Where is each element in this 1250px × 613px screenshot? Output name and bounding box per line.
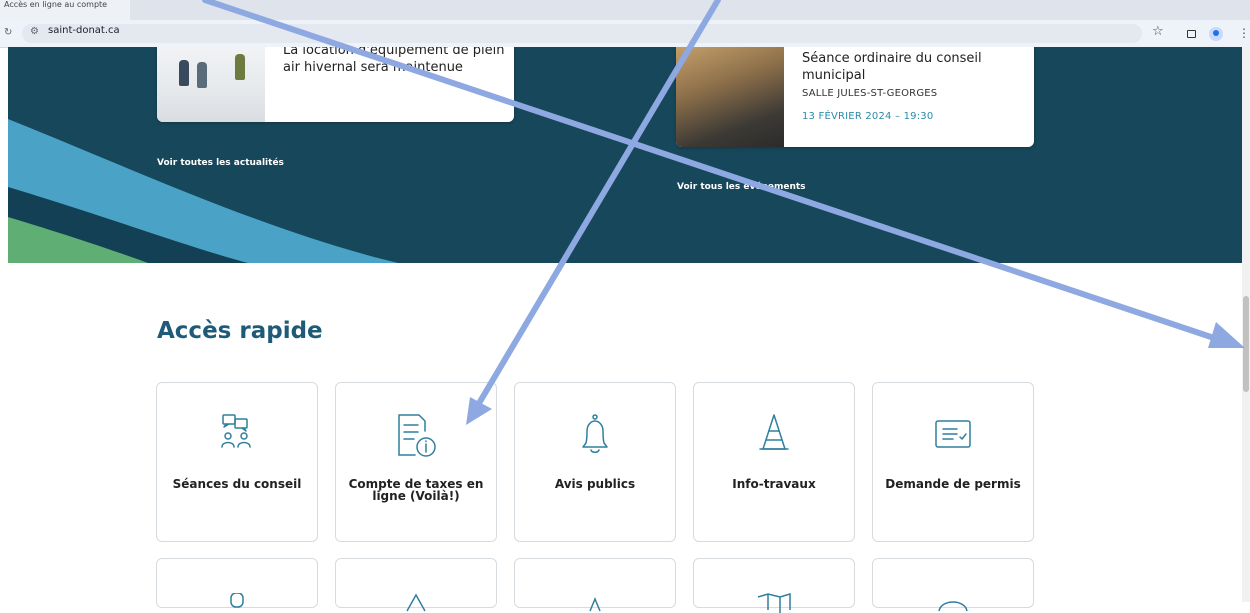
tile-row2-2[interactable] (335, 558, 497, 612)
tile-row2-5[interactable] (872, 558, 1034, 612)
browser-toolbar: ↻ ⚙ saint-donat.ca ☆ ⋮ (0, 20, 1250, 48)
quick-access-title: Accès rapide (157, 318, 323, 344)
tile-public-notices[interactable]: Avis publics (514, 382, 676, 542)
tile-online-tax-account[interactable]: Compte de taxes en ligne (Voilà!) (335, 382, 497, 542)
profile-avatar-icon[interactable] (1209, 27, 1223, 41)
council-meeting-icon (221, 414, 251, 448)
event-card-image (676, 47, 784, 147)
address-bar[interactable] (22, 24, 1142, 43)
tile-row2-3[interactable] (514, 558, 676, 612)
tax-document-info-icon (398, 414, 436, 457)
map-icon (757, 593, 791, 613)
tile-row2-1[interactable] (156, 558, 318, 608)
tab-title: Accès en ligne au compte (4, 0, 108, 9)
event-card-place: SALLE JULES-ST-GEORGES (802, 88, 938, 99)
person-icon (230, 593, 244, 608)
tile-label: Avis publics (554, 477, 636, 491)
event-card-date: 13 FÉVRIER 2024 – 19:30 (802, 111, 934, 122)
url-text[interactable]: saint-donat.ca (48, 25, 120, 36)
bell-icon (582, 414, 608, 453)
hero-news-events-section: La location d'équipement de plein air hi… (8, 47, 1248, 263)
kebab-menu-icon[interactable]: ⋮ (1238, 26, 1250, 40)
tile-label: Info-travaux (732, 477, 816, 491)
bookmark-star-icon[interactable]: ☆ (1152, 24, 1164, 39)
tile-label: Séances du conseil (172, 477, 302, 491)
browser-tab-strip: Accès en ligne au compte (0, 0, 1250, 20)
all-events-link[interactable]: Voir tous les événements (677, 182, 806, 192)
tree-icon (589, 597, 601, 612)
tile-label: Demande de permis (885, 477, 1021, 491)
tile-council-meetings[interactable]: Séances du conseil (156, 382, 318, 542)
circle-icon (938, 601, 968, 612)
permit-form-icon (935, 420, 971, 448)
browser-tab[interactable]: Accès en ligne au compte (0, 0, 130, 20)
tile-row2-4[interactable] (693, 558, 855, 613)
tile-road-works-info[interactable]: Info-travaux (693, 382, 855, 542)
tile-permit-request[interactable]: Demande de permis (872, 382, 1034, 542)
event-card[interactable]: Séance ordinaire du conseil municipal SA… (676, 47, 1034, 147)
all-news-link[interactable]: Voir toutes les actualités (157, 158, 284, 168)
news-card[interactable]: La location d'équipement de plein air hi… (157, 47, 514, 122)
news-card-title[interactable]: La location d'équipement de plein air hi… (283, 47, 513, 76)
reload-icon[interactable]: ↻ (4, 27, 12, 38)
scrollbar-thumb[interactable] (1243, 296, 1249, 392)
event-card-title[interactable]: Séance ordinaire du conseil municipal (802, 50, 1022, 84)
tile-label: Compte de taxes en ligne (Voilà!) (348, 477, 484, 503)
traffic-cone-icon (759, 414, 789, 450)
side-panel-icon[interactable] (1187, 30, 1196, 38)
news-card-image (157, 47, 265, 122)
triangle-icon (406, 593, 426, 612)
site-settings-icon[interactable]: ⚙ (30, 26, 39, 37)
